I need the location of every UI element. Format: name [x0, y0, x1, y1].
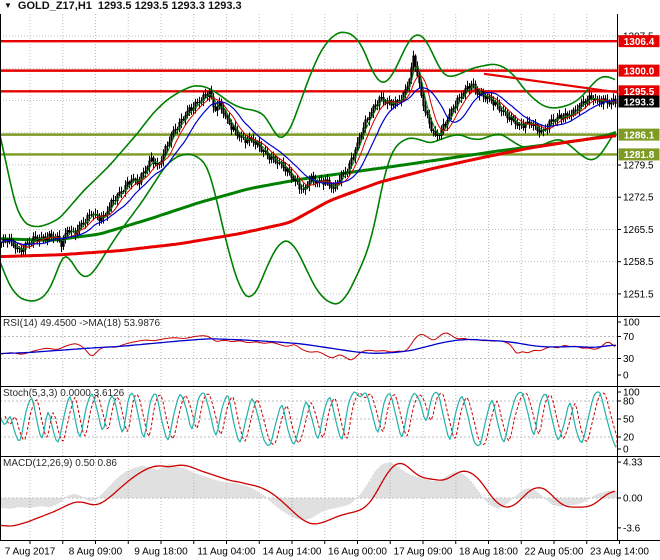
- stoch-tick-label: 0: [623, 445, 629, 456]
- resistance-level-label-text: 1306.4: [624, 37, 655, 48]
- rsi-line: [0, 333, 615, 360]
- resistance-level-label-text: 1300.0: [624, 66, 655, 77]
- fast-ma-green: [2, 67, 616, 250]
- stoch-tick-label: 20: [623, 433, 635, 444]
- support-level-label-text: 1281.8: [624, 150, 655, 161]
- time-axis-label: 18 Aug 18:00: [459, 547, 518, 558]
- price-tick-label: 1272.5: [623, 193, 654, 204]
- macd-tick-label: 4.33: [623, 458, 643, 469]
- macd-indicator-label: MACD(12,26,9) 0.50 0.86: [3, 458, 117, 469]
- time-axis-label: 8 Aug 09:00: [69, 547, 123, 558]
- chart-dropdown-icon[interactable]: ▼: [0, 1, 12, 10]
- time-axis-label: 9 Aug 18:00: [134, 547, 188, 558]
- price-tick-label: 1279.5: [623, 161, 654, 172]
- chart-ohlc-quote: 1293.5 1293.5 1293.3 1293.3: [98, 0, 242, 12]
- chart-symbol-title: GOLD_Z17,H1: [18, 0, 92, 12]
- time-axis-label: 16 Aug 00:00: [328, 547, 387, 558]
- rsi-tick-label: 30: [623, 354, 635, 365]
- time-axis-label: 14 Aug 14:00: [263, 547, 322, 558]
- time-axis-label: 23 Aug 14:00: [590, 547, 649, 558]
- main-chart-panel: 1307.51279.51272.51265.51258.51251.51306…: [0, 14, 660, 316]
- rsi-tick-label: 70: [623, 332, 635, 343]
- time-axis-label: 11 Aug 04:00: [197, 547, 256, 558]
- time-axis-canvas: 7 Aug 2017 8 Aug 09:00 9 Aug 18:00 11 Aug 0…: [0, 540, 660, 560]
- rsi-indicator-label: RSI(14) 49.4500 ->MA(18) 53.9876: [3, 318, 160, 329]
- stoch-tick-label: 50: [623, 415, 635, 426]
- fast-ma-blue: [2, 88, 616, 245]
- support-level-label-text: 1286.1: [624, 130, 655, 141]
- main-chart-canvas[interactable]: 1307.51279.51272.51265.51258.51251.51306…: [0, 14, 660, 316]
- time-axis-label: 7 Aug 2017: [5, 547, 56, 558]
- price-tick-label: 1258.5: [623, 257, 654, 268]
- stoch-main-line: [0, 392, 616, 448]
- price-tick-label: 1265.5: [623, 225, 654, 236]
- rsi-tick-label: 100: [623, 318, 640, 329]
- fast-ma-red: [2, 76, 616, 248]
- chart-header: ▼ GOLD_Z17,H1 1293.5 1293.5 1293.3 1293.3: [0, 0, 660, 14]
- trading-chart-window: ▼GOLD_Z17,H11293.5 1293.5 1293.3 1293.3 …: [0, 0, 660, 560]
- time-axis-label: 22 Aug 05:00: [525, 547, 584, 558]
- macd-tick-label: -3.6: [623, 523, 641, 534]
- bollinger-lower-band: [0, 132, 615, 304]
- price-tick-label: 1251.5: [623, 289, 654, 300]
- stoch-indicator-label: Stoch(5,3,3) 0.0000 3.6126: [3, 388, 124, 399]
- time-axis-label: 17 Aug 09:00: [394, 547, 453, 558]
- macd-histogram: [1, 463, 617, 521]
- macd-tick-label: 0.00: [623, 494, 643, 505]
- stoch-tick-label: 80: [623, 397, 635, 408]
- current-price-label-text: 1293.3: [624, 97, 655, 108]
- descending-trendline: [484, 74, 617, 93]
- rsi-tick-label: 0: [623, 371, 629, 382]
- time-axis: 7 Aug 2017 8 Aug 09:00 9 Aug 18:00 11 Aug 0…: [0, 540, 660, 560]
